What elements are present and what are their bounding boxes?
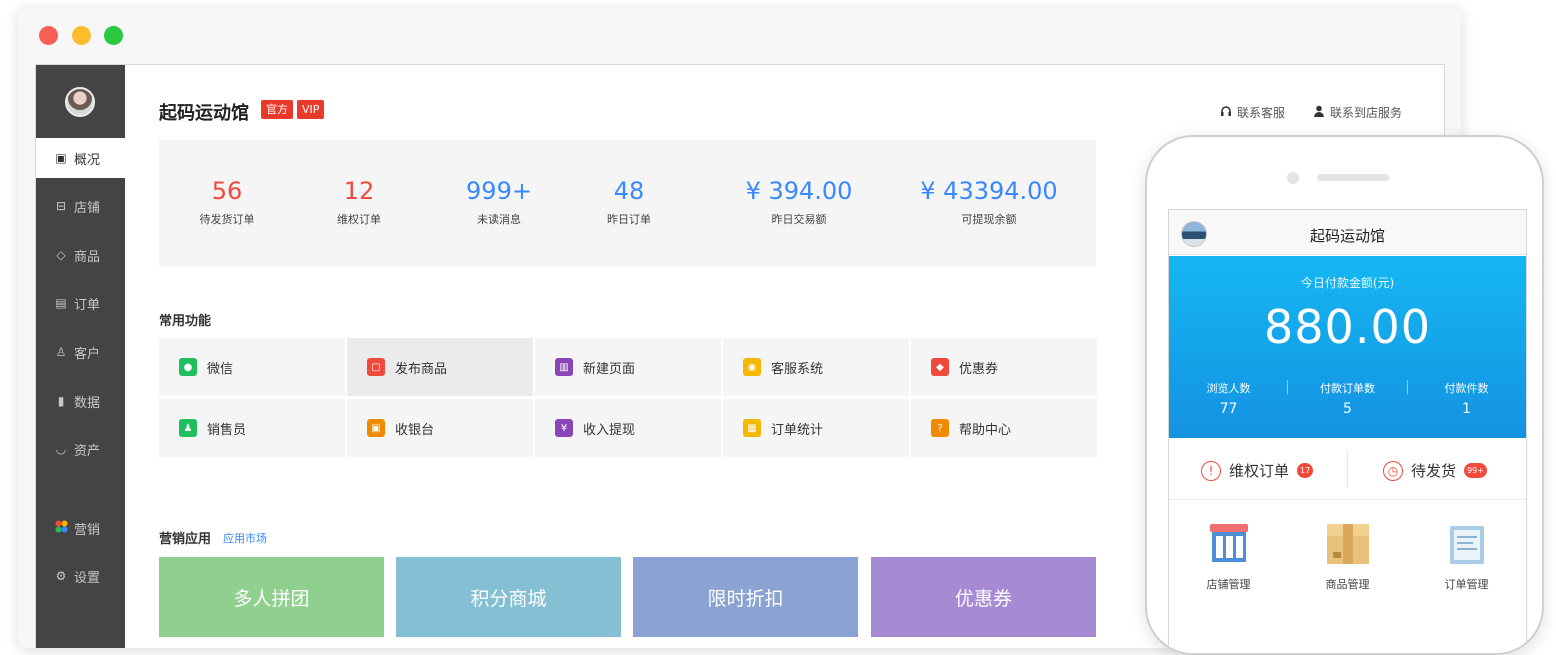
- customer-service-icon: ◉: [743, 358, 761, 376]
- coupon-icon: ◆: [931, 358, 949, 376]
- marketing-apps-title: 营销应用: [159, 532, 212, 547]
- wallet-icon: ◡: [55, 442, 67, 456]
- product-box-icon: [1325, 522, 1371, 564]
- sidebar-item-marketing[interactable]: 营销: [36, 508, 125, 548]
- tab-pending-shipment[interactable]: ◷ 待发货 99+: [1383, 460, 1487, 481]
- sidebar: ▣ 概况 ⊟ 店铺 ◇ 商品 ▤ 订单 ♙ 客户 ▮ 数据 ◡ 资产 营销 ⚙ …: [36, 65, 125, 648]
- clipboard-icon: [1444, 522, 1490, 564]
- sidebar-item-overview[interactable]: ▣ 概况: [36, 138, 125, 178]
- sidebar-item-products[interactable]: ◇ 商品: [36, 235, 125, 275]
- metric-paid-orders: 付款订单数 5: [1320, 382, 1375, 417]
- tab-dispute-orders[interactable]: ! 维权订单 17: [1201, 460, 1314, 481]
- grid-product-management[interactable]: 商品管理: [1288, 522, 1407, 592]
- customer-icon: ♙: [55, 345, 67, 359]
- stat-dispute-orders[interactable]: 12 维权订单: [299, 177, 419, 227]
- app-tile-group-buy[interactable]: 多人拼团: [159, 557, 384, 637]
- stat-pending-shipment[interactable]: 56 待发货订单: [167, 177, 287, 227]
- new-page-icon: ▥: [555, 358, 573, 376]
- maximize-window-button[interactable]: [104, 26, 123, 45]
- common-functions-title: 常用功能: [159, 314, 212, 329]
- app-tile-points-mall[interactable]: 积分商城: [396, 557, 621, 637]
- grid-store-management[interactable]: 店铺管理: [1169, 522, 1288, 592]
- phone-nav-bar: 起码运动馆: [1169, 210, 1526, 255]
- contact-store-service-link[interactable]: 联系到店服务: [1313, 104, 1402, 121]
- headset-icon: [1220, 105, 1232, 120]
- overview-icon: ▣: [55, 151, 67, 165]
- sidebar-item-customers[interactable]: ♙ 客户: [36, 332, 125, 372]
- close-window-button[interactable]: [39, 26, 58, 45]
- tag-icon: ◇: [56, 248, 66, 262]
- phone-camera: [1287, 172, 1299, 184]
- bar-chart-icon: ▮: [57, 394, 65, 408]
- func-cashier[interactable]: ▣ 收银台: [347, 399, 533, 457]
- stat-yesterday-orders[interactable]: 48 昨日订单: [569, 177, 689, 227]
- func-withdraw[interactable]: ¥ 收入提现: [535, 399, 721, 457]
- sidebar-item-store[interactable]: ⊟ 店铺: [36, 186, 125, 226]
- pending-count-badge: 99+: [1464, 463, 1487, 478]
- order-stats-icon: ▦: [743, 419, 761, 437]
- func-customer-service[interactable]: ◉ 客服系统: [723, 338, 909, 396]
- func-coupon[interactable]: ◆ 优惠券: [911, 338, 1097, 396]
- alert-circle-icon: !: [1201, 460, 1221, 481]
- user-icon: [1313, 105, 1325, 120]
- stats-panel: 56 待发货订单 12 维权订单 999+ 未读消息 48 昨日订单 ¥ 394…: [159, 140, 1096, 266]
- stat-unread-messages[interactable]: 999+ 未读消息: [439, 177, 559, 227]
- withdraw-icon: ¥: [555, 419, 573, 437]
- salesperson-icon: ♟: [179, 419, 197, 437]
- sidebar-item-assets[interactable]: ◡ 资产: [36, 429, 125, 469]
- settings-gear-icon: ⚙: [55, 569, 67, 583]
- stat-withdrawable-balance[interactable]: ¥ 43394.00 可提现余额: [894, 177, 1084, 227]
- func-order-stats[interactable]: ▦ 订单统计: [723, 399, 909, 457]
- phone-speaker: [1317, 174, 1389, 181]
- grid-order-management[interactable]: 订单管理: [1407, 522, 1526, 592]
- common-functions-grid: ● 微信 ▢ 发布商品 ▥ 新建页面 ◉ 客服系统 ◆ 优惠券 ♟ 销售员 ▣ …: [159, 338, 1097, 458]
- storefront-icon: [1206, 522, 1252, 564]
- func-publish-product[interactable]: ▢ 发布商品: [347, 338, 533, 396]
- sidebar-item-data[interactable]: ▮ 数据: [36, 381, 125, 421]
- metric-visitors: 浏览人数 77: [1206, 382, 1251, 417]
- tab-divider: [1347, 450, 1348, 488]
- phone-revenue-panel: 今日付款金额(元) 880.00 浏览人数 77 付款订单数 5 付款件数 1: [1169, 256, 1526, 438]
- minimize-window-button[interactable]: [72, 26, 91, 45]
- contact-support-link[interactable]: 联系客服: [1220, 104, 1285, 121]
- today-payment-label: 今日付款金额(元): [1300, 276, 1395, 290]
- func-salesperson[interactable]: ♟ 销售员: [159, 399, 345, 457]
- phone-screen: 起码运动馆 今日付款金额(元) 880.00 浏览人数 77 付款订单数 5 付…: [1168, 209, 1527, 653]
- vip-badge: VIP: [297, 100, 325, 119]
- store-icon: ⊟: [55, 199, 67, 213]
- phone-shop-title: 起码运动馆: [1309, 227, 1385, 245]
- sidebar-item-orders[interactable]: ▤ 订单: [36, 283, 125, 323]
- today-payment-amount: 880.00: [1264, 300, 1431, 354]
- stat-yesterday-revenue[interactable]: ¥ 394.00 昨日交易额: [709, 177, 889, 227]
- help-icon: ?: [931, 419, 949, 437]
- metric-paid-items: 付款件数 1: [1444, 382, 1489, 417]
- wechat-icon: ●: [179, 358, 197, 376]
- shop-title: 起码运动馆: [159, 103, 249, 124]
- func-new-page[interactable]: ▥ 新建页面: [535, 338, 721, 396]
- official-badge: 官方: [261, 100, 293, 119]
- sidebar-item-settings[interactable]: ⚙ 设置: [36, 556, 125, 596]
- func-help-center[interactable]: ? 帮助中心: [911, 399, 1097, 457]
- clock-icon: ◷: [1383, 460, 1403, 481]
- user-avatar[interactable]: [65, 87, 95, 117]
- phone-mockup: 起码运动馆 今日付款金额(元) 880.00 浏览人数 77 付款订单数 5 付…: [1145, 135, 1544, 655]
- cashier-icon: ▣: [367, 419, 385, 437]
- dispute-count-badge: 17: [1297, 463, 1314, 478]
- app-market-link[interactable]: 应用市场: [223, 530, 267, 546]
- order-list-icon: ▤: [55, 296, 67, 310]
- func-wechat[interactable]: ● 微信: [159, 338, 345, 396]
- app-tile-coupon[interactable]: 优惠券: [871, 557, 1096, 637]
- app-tile-flash-discount[interactable]: 限时折扣: [633, 557, 858, 637]
- marketing-icon: [54, 520, 68, 536]
- publish-product-icon: ▢: [367, 358, 385, 376]
